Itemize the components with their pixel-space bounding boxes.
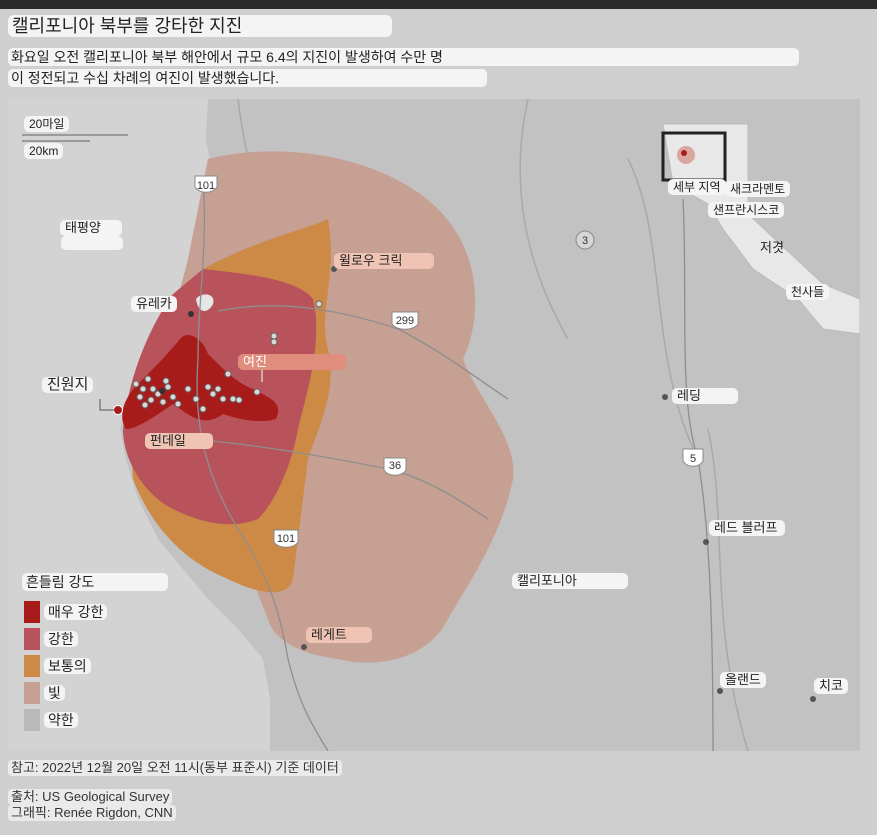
inset-label-la: 천사들 — [786, 284, 830, 300]
label-willow-creek: 윌로우 크릭 — [334, 253, 434, 269]
legend-label-very-strong: 매우 강한 — [44, 604, 108, 620]
highway-299-shield: 299 — [391, 311, 419, 330]
data-note: 참고: 2022년 12월 20일 오전 11시(동부 표준시) 기준 데이터 — [8, 760, 342, 776]
legend-swatch-weak — [24, 709, 40, 731]
label-leggett: 레게트 — [306, 627, 372, 643]
subtitle-line-2: 이 정전되고 수십 차례의 여진이 발생했습니다. — [8, 69, 487, 87]
highway-101-south-label: 101 — [277, 533, 295, 545]
legend-label-moderate: 보통의 — [44, 658, 91, 674]
inset-label-detail: 세부 지역 — [668, 179, 726, 195]
legend-label-light: 빛 — [44, 685, 65, 701]
inset-label-sacramento: 새크라멘토 — [725, 181, 791, 197]
highway-3-shield: 3 — [575, 230, 595, 250]
inset-label-bay: 저겻 — [760, 240, 784, 255]
label-orland: 올랜드 — [720, 672, 766, 688]
legend-title: 흔들림 강도 — [22, 573, 168, 591]
label-chico: 치코 — [814, 678, 848, 694]
scale-label-km: 20km — [24, 143, 64, 159]
redding-dot — [662, 394, 668, 400]
legend-label-strong: 강한 — [44, 631, 78, 647]
legend-swatch-strong — [24, 628, 40, 650]
top-bar — [0, 0, 877, 9]
eureka-dot — [188, 311, 194, 317]
highway-299-label: 299 — [396, 315, 414, 327]
red-bluff-dot — [703, 539, 709, 545]
legend-label-weak: 약한 — [44, 712, 78, 728]
ferndale-dot — [159, 388, 165, 394]
label-california: 캘리포니아 — [512, 573, 628, 589]
source-credit: 출처: US Geological Survey — [8, 789, 173, 805]
highway-101-shield-south: 101 — [273, 529, 299, 548]
highway-36-shield: 36 — [383, 457, 407, 476]
highway-5-label: 5 — [690, 453, 696, 465]
orland-dot — [717, 688, 723, 694]
legend-swatch-moderate — [24, 655, 40, 677]
legend-swatch-very-strong — [24, 601, 40, 623]
label-red-bluff: 레드 블러프 — [709, 520, 785, 536]
subtitle-line-1: 화요일 오전 캘리포니아 북부 해안에서 규모 6.4의 지진이 발생하여 수만… — [8, 48, 799, 66]
label-pacific: 태평양 — [60, 220, 122, 236]
highway-5-shield: 5 — [682, 448, 704, 467]
label-aftershocks: 여진 — [238, 354, 346, 370]
highway-101-shield-north: 101 — [194, 175, 218, 193]
scale-label-miles: 20마일 — [24, 116, 70, 132]
highway-101-label: 101 — [197, 180, 215, 192]
epicenter-marker — [113, 405, 123, 415]
page-title: 캘리포니아 북부를 강타한 지진 — [8, 15, 392, 37]
leggett-dot — [301, 644, 307, 650]
label-epicenter: 진원지 — [42, 377, 94, 393]
label-redding: 레딩 — [672, 388, 738, 404]
highway-3-label: 3 — [582, 235, 588, 247]
inset-label-san-francisco: 샌프란시스코 — [708, 202, 785, 218]
label-eureka: 유레카 — [131, 296, 177, 312]
graphic-credit: 그래픽: Renée Rigdon, CNN — [8, 805, 176, 821]
inset-epicenter — [681, 150, 687, 156]
label-pacific-bg — [61, 236, 123, 250]
highway-36-label: 36 — [389, 460, 401, 472]
label-ferndale: 펀데일 — [145, 433, 213, 449]
chico-dot — [810, 696, 816, 702]
legend-swatch-light — [24, 682, 40, 704]
